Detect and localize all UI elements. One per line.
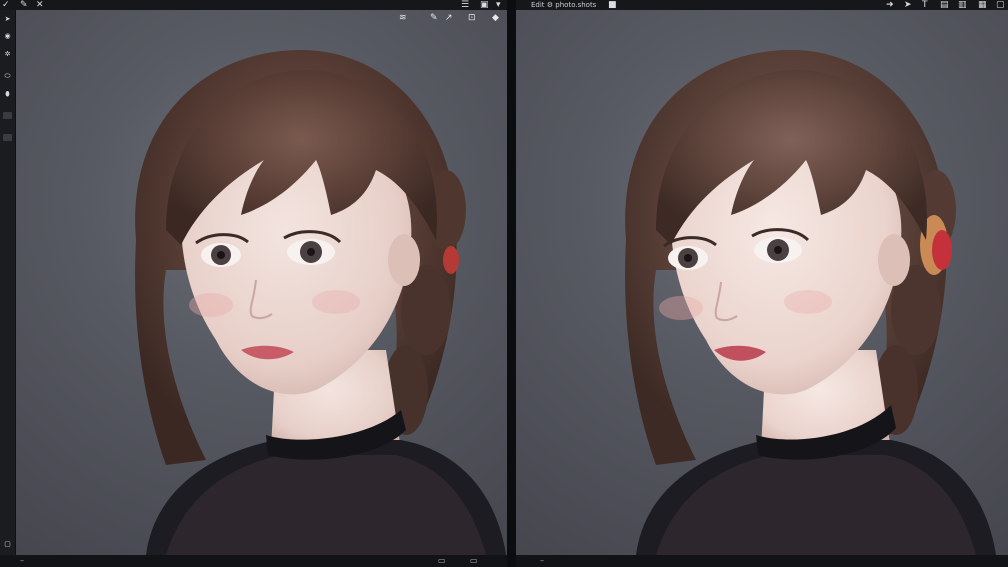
filter-icon[interactable]: ⬭ <box>2 72 13 81</box>
fit-icon[interactable]: ▭ <box>438 556 446 566</box>
save-icon[interactable]: ▣ <box>480 0 489 10</box>
right-toolbar: Edit ⚙ photo.shots ■ ➜ ➤ T ▤ ▥ ▦ ▢ <box>516 0 1008 10</box>
arrow-icon[interactable]: ↗ <box>445 13 453 23</box>
square-icon[interactable]: ■ <box>608 0 617 10</box>
menu-icon[interactable]: ☰ <box>461 0 469 10</box>
text-icon[interactable]: T <box>922 0 928 10</box>
zoom-icon[interactable]: ▭ <box>470 556 478 566</box>
frame-icon[interactable]: ⊡ <box>468 13 476 23</box>
size-slider[interactable] <box>3 134 12 141</box>
brush-icon[interactable]: ✎ <box>20 0 28 10</box>
minus-icon[interactable]: – <box>540 556 544 566</box>
settings-icon[interactable]: ▦ <box>978 0 987 10</box>
check-icon[interactable]: ✓ <box>2 0 10 10</box>
drop-icon[interactable]: ◆ <box>492 13 499 23</box>
layers-icon[interactable]: ▢ <box>2 540 13 549</box>
wifi-icon[interactable]: ≋ <box>399 13 407 23</box>
portrait-image-enhanced <box>625 50 996 555</box>
left-canvas[interactable]: ≋ ✎ ↗ ⊡ ◆ <box>16 10 507 555</box>
left-toolbar: ✓ ✎ ✕ ☰ ▣ ▾ <box>0 0 507 10</box>
pointer-icon[interactable]: ➤ <box>904 0 912 10</box>
split-divider[interactable] <box>507 0 516 567</box>
right-canvas[interactable] <box>516 10 1008 555</box>
layer-icon[interactable]: ▤ <box>940 0 949 10</box>
minus-icon[interactable]: – <box>20 556 24 566</box>
portrait-image <box>135 50 506 555</box>
trash-icon[interactable]: ▥ <box>958 0 967 10</box>
tool-sidebar: ➤ ◉ ✲ ⬭ ⬮ ▢ <box>0 10 15 555</box>
circle-icon[interactable]: ◉ <box>2 32 13 41</box>
left-statusbar: – ▭ ▭ <box>0 555 507 567</box>
right-statusbar: – <box>516 555 1008 567</box>
opacity-slider[interactable] <box>3 112 12 119</box>
arrow-icon[interactable]: ➜ <box>886 0 894 10</box>
frame-icon[interactable]: ▢ <box>996 0 1005 10</box>
stamp-icon[interactable]: ⬮ <box>2 90 13 99</box>
pointer-icon[interactable]: ➤ <box>2 15 13 24</box>
close-icon[interactable]: ✕ <box>36 0 44 10</box>
window-title: Edit ⚙ photo.shots <box>531 1 597 9</box>
adjust-icon[interactable]: ✲ <box>2 50 13 59</box>
more-icon[interactable]: ▾ <box>496 0 501 10</box>
pen-icon[interactable]: ✎ <box>430 13 438 23</box>
